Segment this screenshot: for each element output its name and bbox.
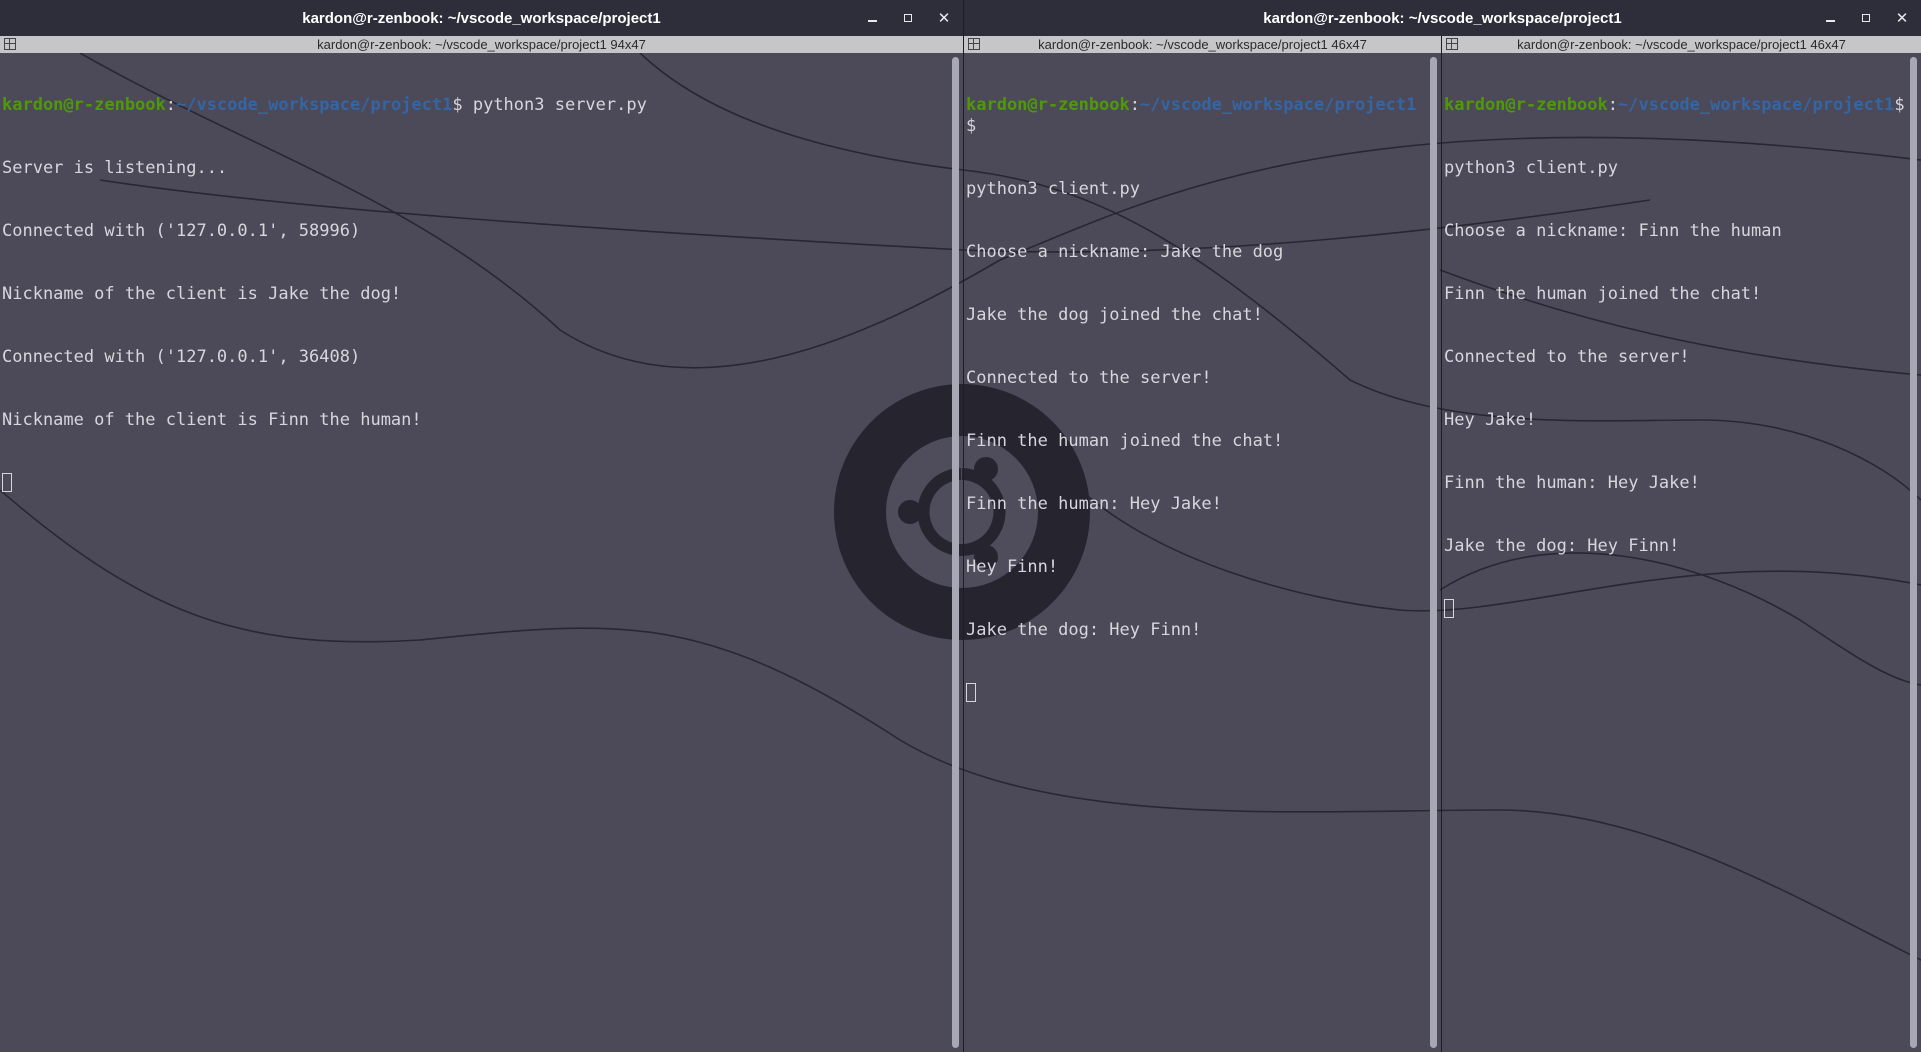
scrollbar-thumb[interactable]: [1910, 57, 1917, 1048]
output-line: Jake the dog joined the chat!: [966, 305, 1263, 325]
prompt-user: kardon@r-zenbook: [2, 95, 166, 115]
prompt-line: kardon@r-zenbook:~/vscode_workspace/proj…: [1444, 95, 1905, 116]
output-line: Choose a nickname: Jake the dog: [966, 242, 1284, 262]
close-icon[interactable]: ✕: [1895, 11, 1909, 26]
command-text: python3 server.py: [472, 95, 647, 115]
prompt-separator: :: [1129, 95, 1141, 115]
output-line: Finn the human joined the chat!: [966, 431, 1284, 451]
output-line: Choose a nickname: Finn the human: [1444, 221, 1782, 241]
terminal-output[interactable]: kardon@r-zenbook:~/vscode_workspace/proj…: [964, 53, 1425, 1052]
maximize-icon[interactable]: [1859, 11, 1873, 25]
prompt-path: ~/vscode_workspace/project1: [1140, 95, 1417, 115]
minimize-icon[interactable]: [865, 11, 879, 25]
terminal-pane-jake[interactable]: kardon@r-zenbook: ~/vscode_workspace/pro…: [964, 36, 1441, 1052]
output-line: Hey Finn!: [966, 557, 1059, 577]
terminal-window-clients[interactable]: kardon@r-zenbook: ~/vscode_workspace/pro…: [964, 0, 1921, 1052]
pane-header: kardon@r-zenbook: ~/vscode_workspace/pro…: [964, 36, 1441, 53]
output-line: Server is listening...: [2, 158, 228, 178]
scrollbar[interactable]: [1905, 53, 1921, 1052]
command-text: python3 client.py: [966, 179, 1140, 199]
prompt-symbol: $: [1894, 95, 1905, 115]
scrollbar[interactable]: [1425, 53, 1441, 1052]
split-pane-icon[interactable]: [968, 38, 980, 50]
text-cursor: [1444, 599, 1454, 618]
prompt-symbol: $: [966, 116, 977, 136]
output-line: Nickname of the client is Jake the dog!: [2, 284, 402, 304]
output-line: Nickname of the client is Finn the human…: [2, 410, 422, 430]
window-title: kardon@r-zenbook: ~/vscode_workspace/pro…: [302, 9, 661, 27]
prompt-line: kardon@r-zenbook:~/vscode_workspace/proj…: [2, 95, 947, 116]
output-line: Connected to the server!: [1444, 347, 1690, 367]
window-title: kardon@r-zenbook: ~/vscode_workspace/pro…: [1263, 9, 1622, 27]
output-line: Jake the dog: Hey Finn!: [1444, 536, 1680, 556]
pane-title: kardon@r-zenbook: ~/vscode_workspace/pro…: [1038, 37, 1367, 52]
text-cursor: [2, 473, 12, 492]
terminal-output[interactable]: kardon@r-zenbook:~/vscode_workspace/proj…: [0, 53, 947, 1052]
pane-header: kardon@r-zenbook: ~/vscode_workspace/pro…: [0, 36, 963, 53]
output-line: Finn the human joined the chat!: [1444, 284, 1762, 304]
output-line: Finn the human: Hey Jake!: [966, 494, 1222, 514]
prompt-symbol: $: [452, 95, 473, 115]
window-titlebar[interactable]: kardon@r-zenbook: ~/vscode_workspace/pro…: [0, 0, 963, 36]
prompt-separator: :: [165, 95, 177, 115]
split-pane-icon[interactable]: [4, 38, 16, 50]
terminal-pane[interactable]: kardon@r-zenbook: ~/vscode_workspace/pro…: [0, 36, 963, 1052]
output-line: Connected with ('127.0.0.1', 58996): [2, 221, 361, 241]
prompt-user: kardon@r-zenbook: [1444, 95, 1608, 115]
prompt-separator: :: [1607, 95, 1619, 115]
scrollbar-thumb[interactable]: [952, 57, 959, 1048]
pane-title: kardon@r-zenbook: ~/vscode_workspace/pro…: [1517, 37, 1846, 52]
pane-header: kardon@r-zenbook: ~/vscode_workspace/pro…: [1442, 36, 1921, 53]
maximize-icon[interactable]: [901, 11, 915, 25]
terminal-output[interactable]: kardon@r-zenbook:~/vscode_workspace/proj…: [1442, 53, 1905, 1052]
split-pane-icon[interactable]: [1446, 38, 1458, 50]
scrollbar-thumb[interactable]: [1430, 57, 1437, 1048]
output-line: Finn the human: Hey Jake!: [1444, 473, 1700, 493]
text-cursor: [966, 683, 976, 702]
terminal-pane-finn[interactable]: kardon@r-zenbook: ~/vscode_workspace/pro…: [1442, 36, 1921, 1052]
close-icon[interactable]: ✕: [937, 11, 951, 26]
prompt-user: kardon@r-zenbook: [966, 95, 1130, 115]
prompt-line: kardon@r-zenbook:~/vscode_workspace/proj…: [966, 95, 1425, 137]
output-line: Connected with ('127.0.0.1', 36408): [2, 347, 361, 367]
minimize-icon[interactable]: [1823, 11, 1837, 25]
scrollbar[interactable]: [947, 53, 963, 1052]
window-titlebar[interactable]: kardon@r-zenbook: ~/vscode_workspace/pro…: [964, 0, 1921, 36]
prompt-path: ~/vscode_workspace/project1: [176, 95, 453, 115]
prompt-path: ~/vscode_workspace/project1: [1618, 95, 1895, 115]
output-line: Connected to the server!: [966, 368, 1212, 388]
output-line: Jake the dog: Hey Finn!: [966, 620, 1202, 640]
terminal-window-server[interactable]: kardon@r-zenbook: ~/vscode_workspace/pro…: [0, 0, 963, 1052]
output-line: Hey Jake!: [1444, 410, 1537, 430]
pane-title: kardon@r-zenbook: ~/vscode_workspace/pro…: [317, 37, 646, 52]
command-text: python3 client.py: [1444, 158, 1618, 178]
